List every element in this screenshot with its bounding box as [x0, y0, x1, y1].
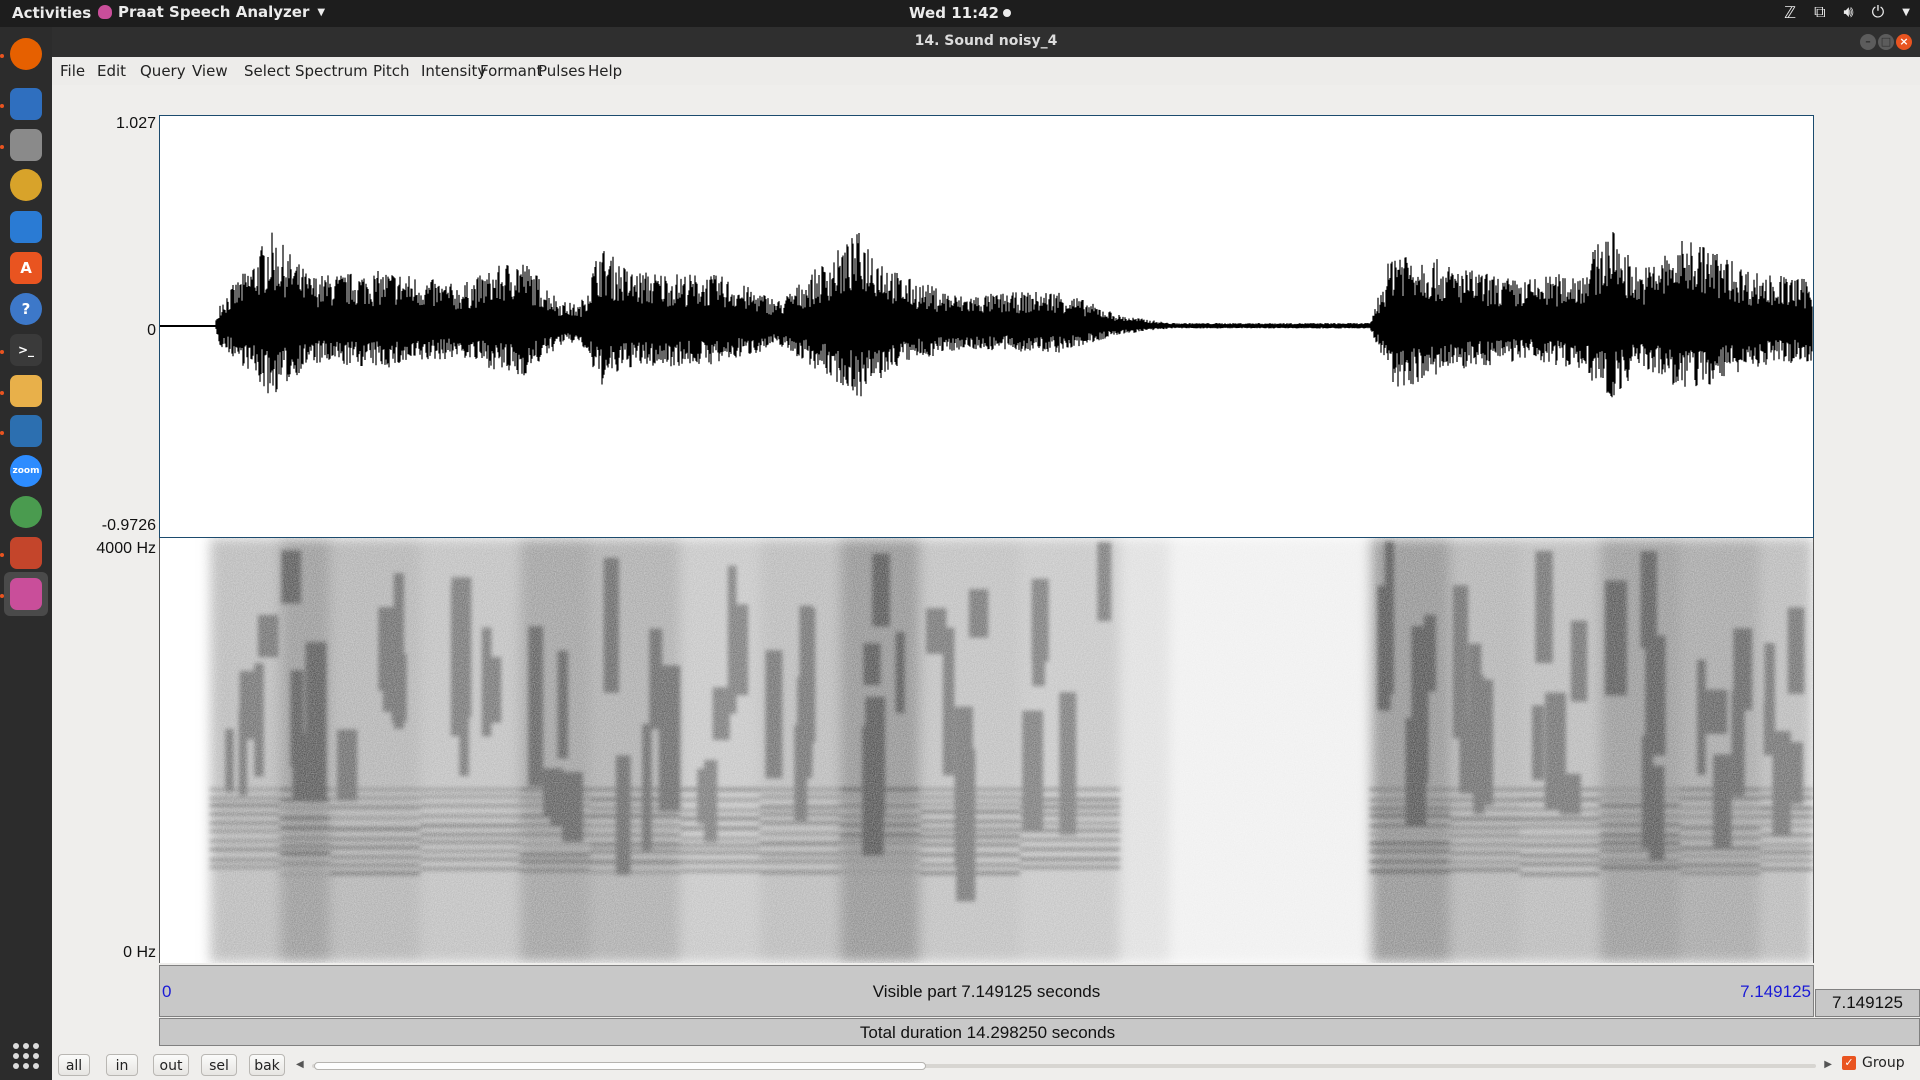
dock-globe-launcher[interactable]: [4, 490, 48, 534]
terminal-icon: >_: [10, 334, 42, 366]
waveform-ymin-label: -0.9726: [101, 517, 156, 534]
running-indicator: [0, 104, 4, 108]
app-icon: [10, 415, 42, 447]
menu-query[interactable]: Query: [140, 62, 186, 80]
menu-pitch[interactable]: Pitch: [373, 62, 410, 80]
zoom-back-button[interactable]: bak: [249, 1054, 285, 1076]
dock-app-launcher[interactable]: [4, 409, 48, 453]
menu-bar: File Edit Query View Select Spectrum Pitch Inte…: [52, 57, 1920, 86]
system-tray[interactable]: ℤ ⧉ 🔊︎ ⏻ ▼: [1784, 2, 1910, 22]
waveform-plot: [160, 232, 1813, 398]
scroll-right-icon[interactable]: ▶: [1824, 1059, 1832, 1070]
zoom-in-button[interactable]: in: [106, 1054, 138, 1076]
spectrogram-fmin-label: 0 Hz: [123, 944, 156, 961]
dock-praat-launcher[interactable]: [4, 572, 48, 616]
scroll-thumb[interactable]: [314, 1062, 926, 1070]
app-menu-label: Praat Speech Analyzer: [118, 3, 310, 21]
dock-libreoffice-writer-launcher[interactable]: [4, 205, 48, 249]
spectrogram-fmax-label: 4000 Hz: [96, 540, 156, 557]
dock-rhythmbox-launcher[interactable]: [4, 163, 48, 207]
waveform-panel[interactable]: [159, 115, 1814, 538]
dock-settings-launcher[interactable]: [4, 531, 48, 575]
group-label: Group: [1862, 1055, 1905, 1071]
waveform-trace: [160, 232, 1813, 398]
running-indicator: [0, 431, 4, 435]
window-end-time[interactable]: 7.149125: [1815, 989, 1920, 1017]
zoom-out-button[interactable]: out: [153, 1054, 189, 1076]
menu-formant[interactable]: Formant: [480, 62, 542, 80]
praat-icon: [10, 578, 42, 610]
rhythmbox-icon: [10, 169, 42, 201]
checkbox-checked-icon: ✓: [1842, 1056, 1856, 1070]
waveform-zero-label: 0: [147, 322, 156, 339]
chevron-down-icon[interactable]: ▼: [1902, 7, 1910, 18]
close-button[interactable]: ×: [1896, 34, 1912, 50]
menu-view[interactable]: View: [192, 62, 228, 80]
top-panel: Activities Praat Speech Analyzer ▼ Wed 1…: [0, 0, 1920, 27]
menu-intensity[interactable]: Intensity: [421, 62, 486, 80]
window-title: 14. Sound noisy_4: [914, 33, 1058, 49]
group-checkbox[interactable]: ✓ Group: [1842, 1055, 1905, 1071]
dock-firefox-launcher[interactable]: [4, 32, 48, 76]
network-icon[interactable]: ⧉: [1814, 2, 1825, 22]
files-icon: [10, 129, 42, 161]
dock-files-launcher[interactable]: [4, 123, 48, 167]
dock-thunderbird-launcher[interactable]: [4, 82, 48, 126]
menu-spectrum[interactable]: Spectrum: [295, 62, 368, 80]
clock-text: Wed 11:42: [909, 4, 999, 22]
app-menu[interactable]: Praat Speech Analyzer ▼: [98, 3, 325, 21]
visible-part-text: Visible part 7.149125 seconds: [872, 982, 1101, 1001]
thunderbird-icon: [10, 88, 42, 120]
window-titlebar[interactable]: 14. Sound noisy_4 – □ ×: [52, 27, 1920, 57]
menu-file[interactable]: File: [60, 62, 85, 80]
dock-text-editor-launcher[interactable]: [4, 369, 48, 413]
menu-edit[interactable]: Edit: [97, 62, 126, 80]
software-center-icon: A: [10, 252, 42, 284]
show-applications-icon[interactable]: [13, 1043, 39, 1069]
visible-end-time: 7.149125: [1740, 982, 1811, 1001]
activities-button[interactable]: Activities: [12, 4, 91, 22]
menu-select[interactable]: Select: [244, 62, 290, 80]
power-icon[interactable]: ⏻: [1872, 2, 1885, 22]
zoom-selection-button[interactable]: sel: [201, 1054, 237, 1076]
dock-help-launcher[interactable]: ?: [4, 287, 48, 331]
praat-icon: [98, 5, 112, 19]
dock-zoom-launcher[interactable]: zoom: [4, 449, 48, 493]
spectrogram-plot: [160, 538, 1813, 963]
text-editor-icon: [10, 375, 42, 407]
running-indicator: [0, 350, 4, 354]
running-indicator: [0, 594, 4, 598]
scroll-left-icon[interactable]: ◀: [296, 1059, 304, 1070]
horizontal-scrollbar[interactable]: ◀ ▶: [296, 1059, 1832, 1073]
running-indicator: [0, 145, 4, 149]
visible-part-bar[interactable]: 0 Visible part 7.149125 seconds 7.149125: [159, 965, 1814, 1017]
notification-dot: [1002, 9, 1011, 17]
spectrogram-panel[interactable]: [159, 538, 1814, 963]
running-indicator: [0, 54, 4, 58]
libreoffice-writer-icon: [10, 211, 42, 243]
settings-icon: [10, 537, 42, 569]
minimize-button[interactable]: –: [1860, 34, 1876, 50]
running-indicator: [0, 391, 4, 395]
total-duration-bar[interactable]: Total duration 14.298250 seconds: [159, 1018, 1920, 1046]
firefox-icon: [10, 38, 42, 70]
zoom-controls: all in out sel bak ◀ ▶ ✓ Group: [52, 1046, 1920, 1080]
total-duration-text: Total duration 14.298250 seconds: [859, 1023, 1116, 1042]
running-indicator: [0, 553, 4, 557]
menu-pulses[interactable]: Pulses: [538, 62, 585, 80]
dock-software-center-launcher[interactable]: A: [4, 246, 48, 290]
zotero-icon[interactable]: ℤ: [1784, 3, 1796, 22]
volume-icon[interactable]: 🔊︎: [1844, 2, 1854, 22]
chevron-down-icon: ▼: [317, 6, 326, 18]
menu-help[interactable]: Help: [588, 62, 622, 80]
waveform-ymax-label: 1.027: [115, 115, 156, 132]
zoom-icon: zoom: [10, 455, 42, 487]
dock: A? >_zoom: [0, 27, 52, 1080]
maximize-button[interactable]: □: [1878, 34, 1894, 50]
globe-icon: [10, 496, 42, 528]
zoom-all-button[interactable]: all: [58, 1054, 90, 1076]
help-icon: ?: [10, 293, 42, 325]
dock-terminal-launcher[interactable]: >_: [4, 328, 48, 372]
